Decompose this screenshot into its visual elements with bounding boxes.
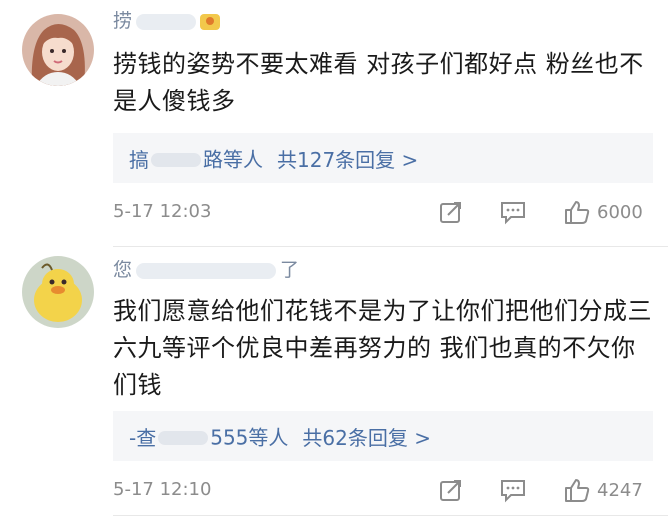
blurred-text: [136, 13, 197, 30]
comment-item: 您了 我们愿意给他们花钱不是为了让你们把他们分成三 六九等评个优良中差再努力的 …: [0, 253, 668, 519]
like-button[interactable]: 4247: [563, 475, 643, 505]
comment-button[interactable]: [499, 475, 527, 505]
share-button[interactable]: [438, 475, 464, 505]
blurred-text: [151, 152, 201, 167]
share-icon: [440, 480, 461, 501]
reply-summary[interactable]: 搞路等人 共127条回复 >: [113, 133, 653, 183]
divider: [113, 515, 668, 516]
comment-meta: 5-17 12:03 6000: [113, 197, 668, 227]
comment-text: 捞钱的姿势不要太难看 对孩子们都好点 粉丝也不 是人傻钱多: [113, 50, 644, 115]
like-button[interactable]: 6000: [563, 197, 643, 227]
comment-text: 我们愿意给他们花钱不是为了让你们把他们分成三 六九等评个优良中差再努力的 我们也…: [113, 297, 652, 399]
blurred-text: [136, 262, 277, 279]
timestamp: 5-17 12:03: [113, 201, 212, 222]
reply-count[interactable]: 共62条回复 >: [302, 426, 431, 450]
comment-icon: [501, 480, 525, 503]
badge-icon: [200, 13, 221, 30]
avatar[interactable]: [22, 14, 94, 86]
reply-count[interactable]: 共127条回复 >: [277, 148, 418, 172]
avatar[interactable]: [22, 256, 94, 328]
blurred-text: [158, 430, 209, 445]
like-icon: [565, 201, 590, 224]
like-icon: [565, 479, 590, 502]
like-count: 4247: [597, 479, 643, 501]
username[interactable]: 捞: [113, 6, 221, 33]
comment-item: 捞 捞钱的姿势不要太难看 对孩子们都好点 粉丝也不 是人傻钱多 搞路等人 共127…: [0, 0, 668, 253]
reply-summary[interactable]: -查 555等人 共62条回复 >: [113, 411, 653, 461]
timestamp: 5-17 12:10: [113, 479, 212, 500]
avatar-girl-icon: [22, 14, 94, 86]
share-icon: [440, 202, 461, 223]
divider: [113, 246, 668, 247]
share-button[interactable]: [438, 197, 464, 227]
comment-meta: 5-17 12:10 4247: [113, 475, 668, 505]
like-count: 6000: [597, 201, 643, 223]
username[interactable]: 您了: [113, 255, 299, 282]
comment-icon: [501, 202, 525, 225]
avatar-duck-icon: [22, 256, 94, 328]
comment-button[interactable]: [499, 197, 527, 227]
